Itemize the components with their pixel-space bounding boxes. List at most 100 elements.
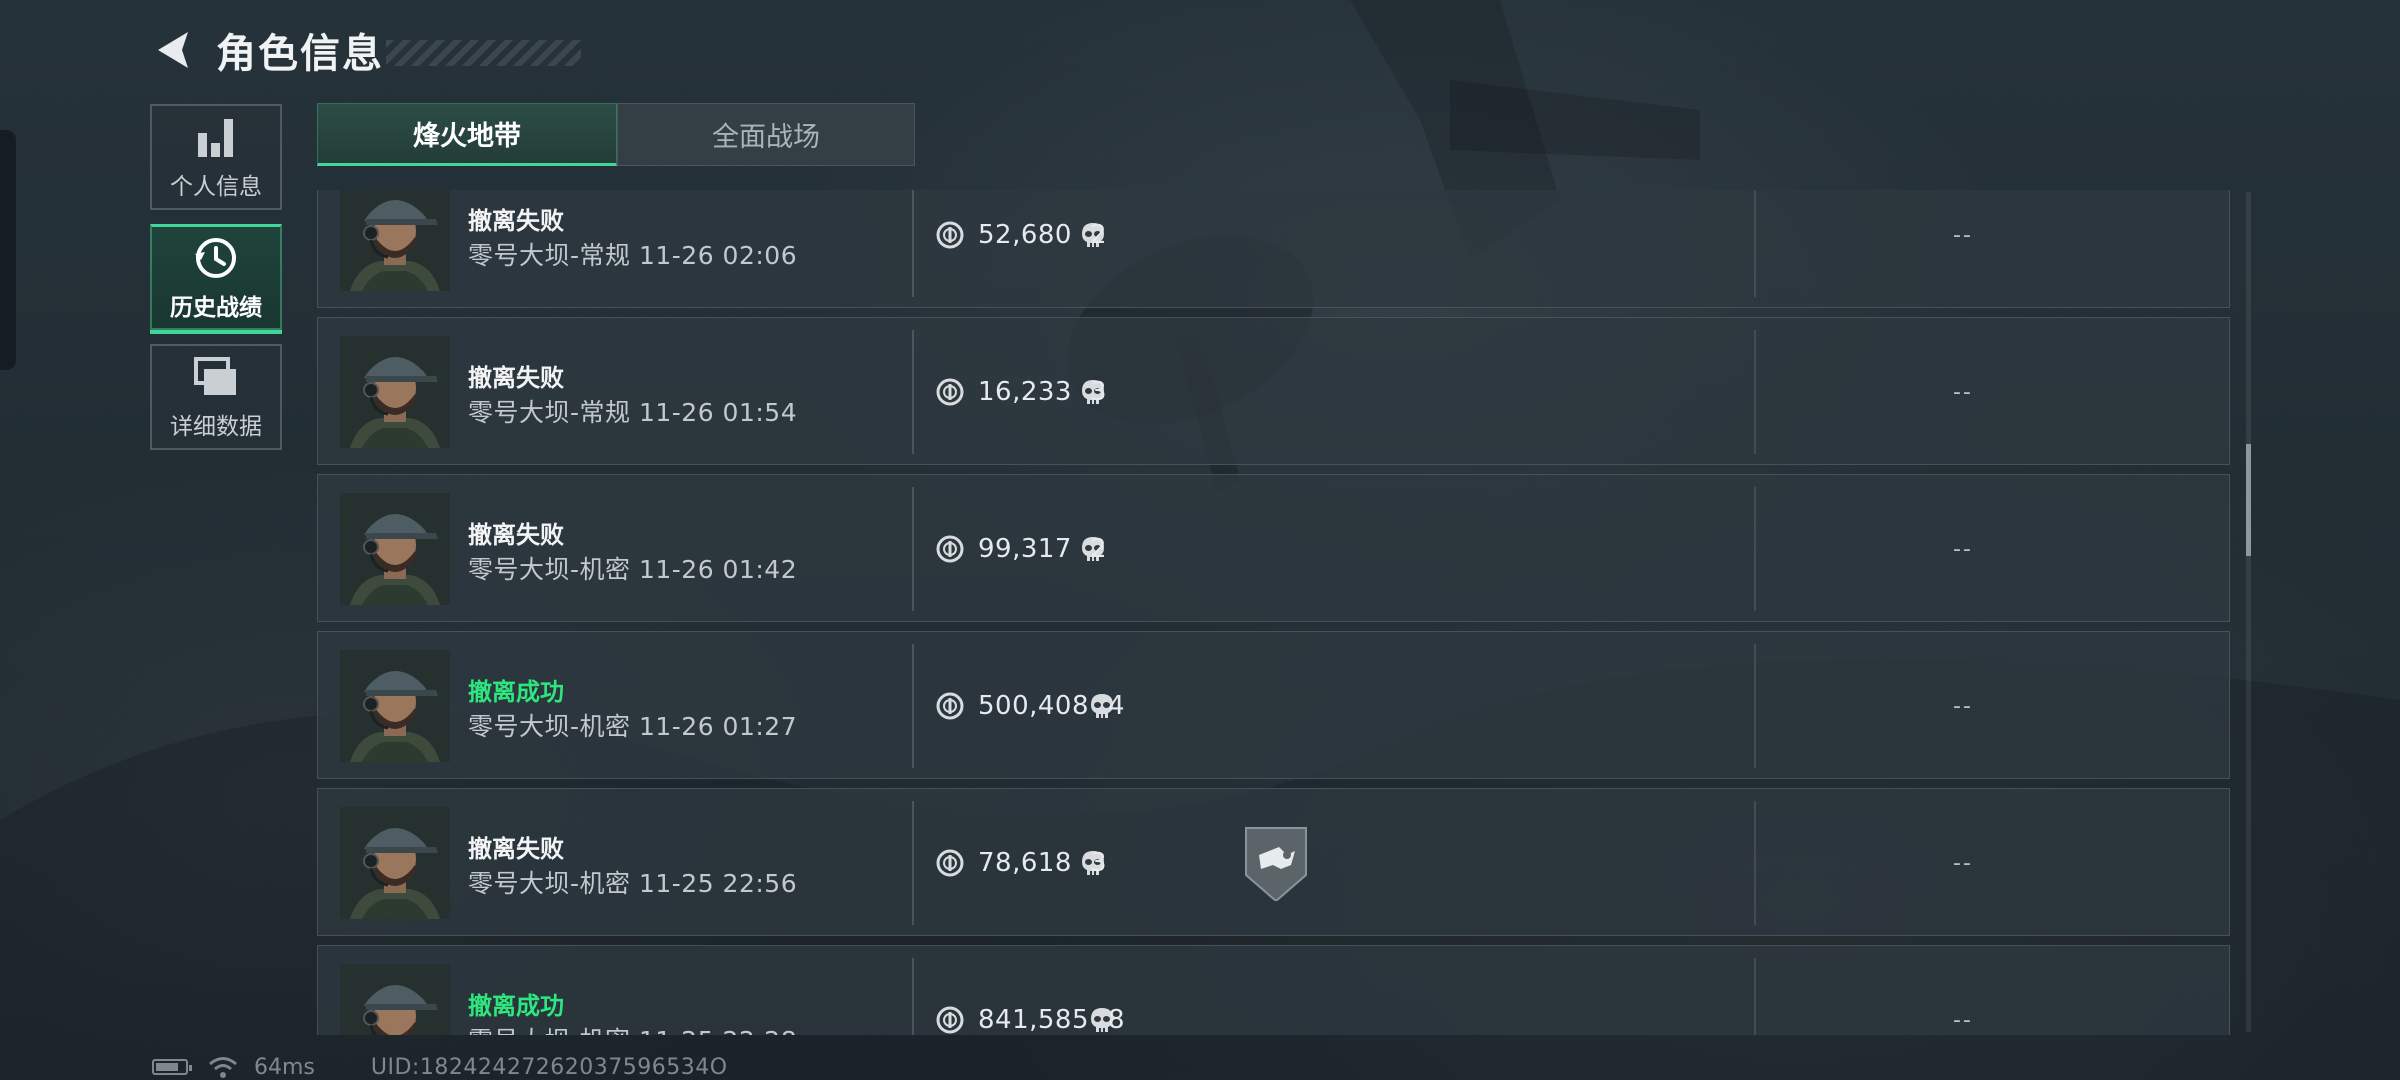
extra-stat: -- — [1953, 223, 1973, 248]
stacked-cards-icon — [194, 357, 236, 395]
map-and-time: 零号大坝-机密 11-26 01:42 — [468, 555, 798, 584]
map-and-time: 零号大坝-常规 11-26 02:06 — [468, 241, 798, 270]
map-and-time: 零号大坝-机密 11-25 22:56 — [468, 869, 798, 898]
match-row[interactable]: 撤离失败零号大坝-常规 11-26 01:54 16,233 3 -- — [317, 317, 2230, 465]
coin-icon — [936, 1006, 964, 1034]
match-history-list[interactable]: 撤离失败 零号大坝-常规 11-26 02:06 52,680 2 -- 撤离失败 零号大坝… — [317, 190, 2232, 1035]
nav-item-personal-info[interactable]: 个人信息 — [150, 104, 282, 210]
extra-stat: -- — [1953, 537, 1973, 562]
operator-avatar — [340, 807, 450, 919]
row-divider — [1754, 644, 1756, 768]
row-divider — [912, 801, 914, 925]
uid-text: UID:18242427262037596534O — [370, 1054, 728, 1080]
coin-icon — [936, 849, 964, 877]
coin-icon — [936, 692, 964, 720]
kill-count: 3 — [1090, 848, 1107, 878]
back-arrow-icon — [158, 32, 188, 68]
match-row[interactable]: 撤离失败零号大坝-机密 11-26 01:42 99,317 2 -- — [317, 474, 2230, 622]
operator-portrait — [340, 493, 450, 605]
match-row[interactable]: 撤离失败 零号大坝-机密 11-25 22:56 78,618 3 -- — [317, 788, 2230, 936]
kill-count: 2 — [1090, 534, 1107, 564]
title-decoration — [386, 40, 581, 66]
row-divider — [912, 330, 914, 454]
map-and-time: 零号大坝-机密 11-25 22:28 — [468, 1021, 797, 1035]
coin-icon — [936, 378, 964, 406]
coin-icon-wrap — [936, 1006, 964, 1035]
coin-icon-wrap — [936, 692, 964, 724]
extra-stat: -- — [1953, 694, 1973, 719]
battery-icon — [152, 1059, 192, 1075]
operator-avatar — [340, 650, 450, 762]
operator-portrait — [340, 336, 450, 448]
match-row[interactable]: 撤离失败零号大坝-常规 11-26 02:06 52,680 2 -- — [317, 190, 2230, 308]
tab-full-battlefield[interactable]: 全面战场 — [617, 103, 915, 166]
extraction-value: 78,618 — [978, 848, 1072, 878]
extra-stat: -- — [1953, 380, 1973, 405]
row-divider — [1754, 190, 1756, 297]
nav-item-history[interactable]: 历史战绩 — [150, 224, 282, 334]
coin-icon — [936, 221, 964, 249]
operator-portrait — [340, 650, 450, 762]
match-row[interactable]: 撤离成功零号大坝-机密 11-26 01:27 500,408 4 -- — [317, 631, 2230, 779]
extraction-result: 撤离失败 — [468, 835, 564, 863]
kill-count: 4 — [1108, 691, 1125, 721]
kill-count: 3 — [1090, 377, 1107, 407]
extraction-result: 撤离成功 — [468, 992, 564, 1020]
side-drawer-handle[interactable] — [0, 130, 16, 370]
coin-icon — [936, 535, 964, 563]
clock-history-icon — [195, 237, 236, 278]
row-divider — [912, 190, 914, 297]
back-button[interactable] — [150, 28, 194, 72]
wifi-icon — [209, 1057, 237, 1078]
coin-icon-wrap — [936, 849, 964, 881]
tab-beacon-zone[interactable]: 烽火地带 — [317, 103, 617, 166]
row-divider — [1754, 487, 1756, 611]
extraction-value: 500,408 — [978, 691, 1090, 721]
badge-wrap — [1243, 825, 1309, 905]
nav-label: 详细数据 — [170, 414, 262, 440]
row-divider — [912, 644, 914, 768]
achievement-badge-icon — [1245, 827, 1307, 903]
row-divider — [912, 958, 914, 1035]
kill-count: 2 — [1090, 220, 1107, 250]
operator-avatar — [340, 336, 450, 448]
match-row[interactable]: 撤离成功零号大坝-机密 11-25 22:28 841,585 8 -- — [317, 945, 2230, 1035]
map-and-time: 零号大坝-常规 11-26 01:54 — [468, 398, 798, 427]
operator-avatar — [340, 493, 450, 605]
operator-portrait — [340, 964, 450, 1035]
scrollbar[interactable] — [2246, 192, 2251, 1032]
side-nav: 个人信息 历史战绩 详细数据 — [150, 104, 286, 464]
mode-tabs: 烽火地带 全面战场 — [317, 103, 915, 166]
status-bar: 64ms UID:18242427262037596534O — [152, 1052, 728, 1080]
row-divider — [1754, 330, 1756, 454]
map-and-time: 零号大坝-机密 11-26 01:27 — [468, 712, 798, 741]
scrollbar-thumb[interactable] — [2246, 444, 2251, 556]
extraction-result: 撤离失败 — [468, 521, 564, 549]
extraction-value: 841,585 — [978, 1005, 1090, 1035]
nav-label: 个人信息 — [170, 174, 262, 200]
extraction-value: 99,317 — [978, 534, 1072, 564]
ping-text: 64ms — [254, 1054, 315, 1080]
extraction-result: 撤离成功 — [468, 678, 564, 706]
nav-item-detailed-data[interactable]: 详细数据 — [150, 344, 282, 450]
coin-icon-wrap — [936, 535, 964, 567]
nav-label: 历史战绩 — [170, 294, 262, 321]
coin-icon-wrap — [936, 221, 964, 253]
extraction-value: 52,680 — [978, 220, 1072, 250]
row-divider — [912, 487, 914, 611]
coin-icon-wrap — [936, 378, 964, 410]
page-header: 角色信息 — [150, 20, 581, 80]
operator-avatar — [340, 964, 450, 1035]
extraction-result: 撤离失败 — [468, 364, 564, 392]
page-title: 角色信息 — [216, 31, 384, 77]
operator-avatar — [340, 190, 450, 291]
bar-chart-icon — [198, 119, 233, 157]
extra-stat: -- — [1953, 1008, 1973, 1033]
kill-count: 8 — [1108, 1005, 1125, 1035]
operator-portrait — [340, 190, 450, 291]
operator-portrait — [340, 807, 450, 919]
row-divider — [1754, 958, 1756, 1035]
extraction-result: 撤离失败 — [468, 207, 564, 235]
extraction-value: 16,233 — [978, 377, 1072, 407]
row-divider — [1754, 801, 1756, 925]
